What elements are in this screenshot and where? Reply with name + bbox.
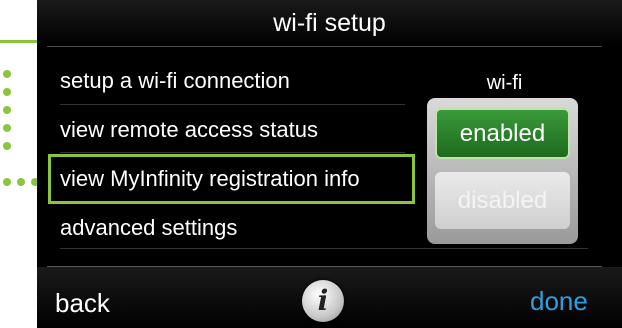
page-title: wi-fi setup: [37, 0, 622, 46]
menu-item-remote-access-status[interactable]: view remote access status: [60, 112, 318, 148]
callout-dot: [3, 142, 11, 150]
thermostat-screen: wi-fi setup setup a wi-fi connection vie…: [37, 0, 622, 328]
menu-item-setup-wifi[interactable]: setup a wi-fi connection: [60, 63, 290, 99]
wifi-disabled-button[interactable]: disabled: [435, 172, 570, 229]
callout-dot: [3, 124, 11, 132]
callout-dot: [3, 88, 11, 96]
menu-divider: [60, 152, 405, 153]
menu-divider: [60, 248, 588, 249]
callout-dot: [3, 106, 11, 114]
wifi-toggle-label: wi-fi: [486, 72, 523, 94]
back-button[interactable]: back: [55, 288, 110, 319]
menu-divider: [60, 104, 405, 105]
callout-line: [0, 40, 37, 43]
menu-item-advanced-settings[interactable]: advanced settings: [60, 210, 237, 246]
highlight-box: [48, 154, 415, 204]
done-button[interactable]: done: [530, 286, 588, 317]
callout-dot: [17, 178, 25, 186]
callout-dot: [3, 70, 11, 78]
wifi-enabled-button[interactable]: enabled: [435, 108, 570, 159]
info-icon[interactable]: i: [302, 280, 344, 322]
callout-dot: [3, 178, 11, 186]
title-divider: [47, 46, 602, 47]
